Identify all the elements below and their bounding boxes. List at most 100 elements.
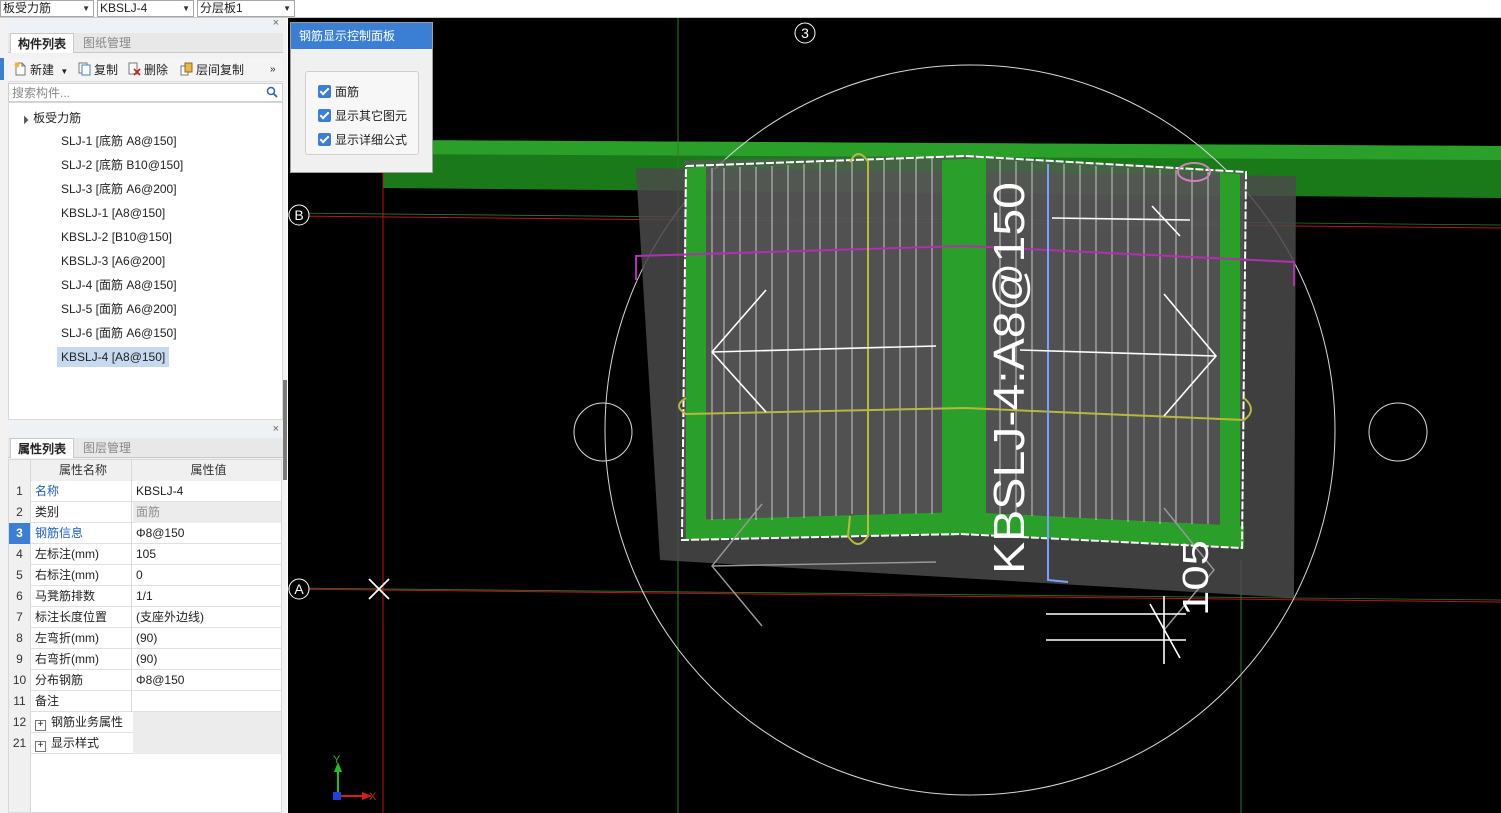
copy-label: 复制 xyxy=(94,63,119,77)
tree-root[interactable]: ◢ 板受力筋 xyxy=(18,109,81,127)
property-name: 备注 xyxy=(32,691,132,712)
delete-button[interactable]: 删除 xyxy=(128,61,168,79)
floor-copy-button[interactable]: 层间复制 xyxy=(180,61,244,79)
tab-component-list[interactable]: 构件列表 xyxy=(10,33,75,53)
tree-item[interactable]: SLJ-6 [面筋 A6@150] xyxy=(57,323,181,343)
grip-circle xyxy=(1368,402,1428,462)
property-name: 类别 xyxy=(32,502,132,523)
option-show-formula[interactable]: 显示详细公式 xyxy=(318,132,407,148)
row-number: 6 xyxy=(9,586,31,607)
tab-layer-manage[interactable]: 图层管理 xyxy=(76,438,138,458)
expand-plus-icon[interactable]: + xyxy=(35,720,46,731)
close-icon[interactable]: × xyxy=(273,423,279,435)
search-icon[interactable] xyxy=(266,86,278,98)
property-row[interactable]: 4 左标注(mm) 105 xyxy=(9,544,281,565)
tree-item[interactable]: KBSLJ-1 [A8@150] xyxy=(57,203,169,223)
property-name: 钢筋信息 xyxy=(32,523,132,544)
component-select[interactable]: KBSLJ-4 ▼ xyxy=(97,0,194,17)
row-number: 4 xyxy=(9,544,31,565)
property-value xyxy=(133,712,281,733)
property-value[interactable]: (支座外边线) xyxy=(133,607,281,628)
row-number: 2 xyxy=(9,502,31,523)
property-name: 名称 xyxy=(32,481,132,502)
row-number: 9 xyxy=(9,649,31,670)
property-value[interactable]: 0 xyxy=(133,565,281,586)
tab-property-list[interactable]: 属性列表 xyxy=(10,438,75,458)
col-value-header: 属性值 xyxy=(133,460,281,481)
tree-item[interactable]: KBSLJ-2 [B10@150] xyxy=(57,227,176,247)
property-value[interactable]: (90) xyxy=(133,649,281,670)
property-value[interactable]: 1/1 xyxy=(133,586,281,607)
axis-line xyxy=(288,587,1501,601)
property-value[interactable]: (90) xyxy=(133,628,281,649)
property-value[interactable]: Φ8@150 xyxy=(133,523,281,544)
expand-plus-icon[interactable]: + xyxy=(35,741,46,752)
tree-item[interactable]: SLJ-1 [底筋 A8@150] xyxy=(57,131,181,151)
group-label: 钢筋业务属性 xyxy=(51,715,124,729)
row-number-header xyxy=(9,460,31,481)
col-name-header: 属性名称 xyxy=(32,460,132,481)
option-top-rebar[interactable]: 面筋 xyxy=(318,84,359,100)
property-value[interactable]: 105 xyxy=(133,544,281,565)
property-value[interactable] xyxy=(133,691,281,712)
property-name: 分布钢筋 xyxy=(32,670,132,691)
property-name: 右弯折(mm) xyxy=(32,649,132,670)
rebar-band-right xyxy=(1220,172,1240,546)
tab-drawing-manage[interactable]: 图纸管理 xyxy=(76,33,138,53)
drawing-svg[interactable]: 3 B A KBSLJ-4:A8@150 105 Y X xyxy=(288,18,1501,813)
property-name: 马凳筋排数 xyxy=(32,586,132,607)
axis-label-b: B xyxy=(294,207,303,223)
property-name: 右标注(mm) xyxy=(32,565,132,586)
element-type-value: 板受力筋 xyxy=(3,1,52,15)
property-row[interactable]: 8 左弯折(mm) (90) xyxy=(9,628,281,649)
checkbox-checked-icon[interactable] xyxy=(318,85,331,98)
property-value[interactable]: KBSLJ-4 xyxy=(133,481,281,502)
chevron-down-icon[interactable]: ▼ xyxy=(60,67,68,76)
component-tree: ◢ 板受力筋 SLJ-1 [底筋 A8@150] SLJ-2 [底筋 B10@15… xyxy=(8,102,283,420)
copy-button[interactable]: 复制 xyxy=(78,61,118,79)
tree-item-selected[interactable]: KBSLJ-4 [A8@150] xyxy=(57,347,170,367)
property-row-group[interactable]: 12 + 钢筋业务属性 xyxy=(9,712,281,733)
ucs-icon: Y X xyxy=(333,754,377,803)
property-row-selected[interactable]: 3 钢筋信息 Φ8@150 xyxy=(9,523,281,544)
component-panel-header: × xyxy=(8,17,283,32)
tree-item[interactable]: SLJ-5 [面筋 A6@200] xyxy=(57,299,181,319)
search-input[interactable] xyxy=(9,84,259,101)
option-group: 面筋 显示其它图元 显示详细公式 xyxy=(305,71,419,155)
element-type-select[interactable]: 板受力筋 ▼ xyxy=(0,0,94,17)
option-label: 面筋 xyxy=(335,85,360,99)
component-value: KBSLJ-4 xyxy=(100,1,148,15)
property-row[interactable]: 2 类别 面筋 xyxy=(9,502,281,523)
checkbox-checked-icon[interactable] xyxy=(318,133,331,146)
cad-canvas[interactable]: 3 B A KBSLJ-4:A8@150 105 Y X xyxy=(288,18,1501,813)
rebar-display-control-panel[interactable]: 钢筋显示控制面板 面筋 显示其它图元 显示详细公式 xyxy=(290,22,433,173)
property-name: 左弯折(mm) xyxy=(32,628,132,649)
property-row[interactable]: 7 标注长度位置 (支座外边线) xyxy=(9,607,281,628)
row-number: 21 xyxy=(9,733,31,754)
tree-item[interactable]: SLJ-2 [底筋 B10@150] xyxy=(57,155,187,175)
new-label: 新建 xyxy=(30,63,55,77)
property-row[interactable]: 6 马凳筋排数 1/1 xyxy=(9,586,281,607)
property-value[interactable]: Φ8@150 xyxy=(133,670,281,691)
property-row-group[interactable]: 21 + 显示样式 xyxy=(9,733,281,754)
property-row[interactable]: 9 右弯折(mm) (90) xyxy=(9,649,281,670)
new-button[interactable]: 新建 ▼ xyxy=(14,61,68,79)
more-icon[interactable]: » xyxy=(270,61,276,79)
close-icon[interactable]: × xyxy=(273,17,279,29)
expand-icon[interactable]: ◢ xyxy=(16,111,33,128)
option-show-others[interactable]: 显示其它图元 xyxy=(318,108,407,124)
property-row[interactable]: 5 右标注(mm) 0 xyxy=(9,565,281,586)
layer-select[interactable]: 分层板1 ▼ xyxy=(197,0,295,17)
checkbox-checked-icon[interactable] xyxy=(318,109,331,122)
pane-splitter[interactable] xyxy=(283,380,287,480)
tree-item[interactable]: SLJ-3 [底筋 A6@200] xyxy=(57,179,181,199)
property-value: 面筋 xyxy=(133,502,281,523)
tree-item[interactable]: SLJ-4 [面筋 A8@150] xyxy=(57,275,181,295)
property-row[interactable]: 1 名称 KBSLJ-4 xyxy=(9,481,281,502)
property-row[interactable]: 10 分布钢筋 Φ8@150 xyxy=(9,670,281,691)
tree-item[interactable]: KBSLJ-3 [A6@200] xyxy=(57,251,169,271)
panel-title[interactable]: 钢筋显示控制面板 xyxy=(291,23,432,49)
property-grid: 属性名称 属性值 1 名称 KBSLJ-4 2 类别 面筋 3 钢筋信息 Φ8@… xyxy=(8,459,282,813)
dimension-marks xyxy=(1046,596,1186,664)
property-row[interactable]: 11 备注 xyxy=(9,691,281,712)
